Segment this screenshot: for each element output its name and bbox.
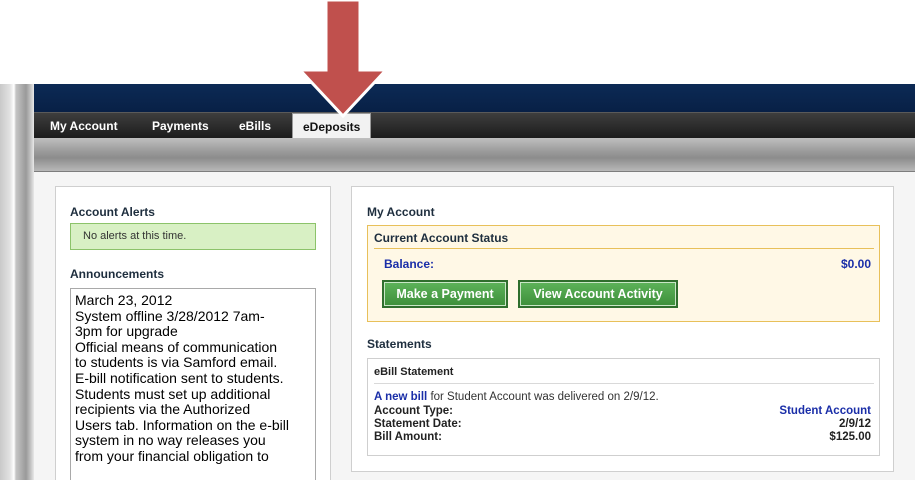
make-payment-button[interactable]: Make a Payment (382, 280, 508, 308)
new-bill-notice: A new bill for Student Account was deliv… (374, 391, 659, 403)
announcements-text: March 23, 2012 System offline 3/28/2012 … (71, 289, 315, 465)
announcement-line: Students must set up additional (75, 385, 271, 402)
new-bill-link[interactable]: A new bill (374, 391, 427, 403)
my-account-panel: My Account Current Account Status Balanc… (351, 186, 894, 472)
view-account-activity-button[interactable]: View Account Activity (518, 280, 678, 308)
site-header-bar (34, 84, 915, 112)
main-nav: My Account Payments eBills eDeposits (34, 112, 915, 139)
announcement-line: E-bill notification sent to students. (75, 369, 284, 386)
browser-left-frame (0, 84, 34, 480)
announcement-line: March 23, 2012 (75, 292, 173, 308)
announcement-line: Users tab. Information on the e-bill (75, 416, 289, 433)
account-status-title: Current Account Status (374, 231, 509, 245)
statements-heading: Statements (367, 337, 432, 351)
nav-tab-payments[interactable]: Payments (152, 113, 209, 139)
announcements-box[interactable]: March 23, 2012 System offline 3/28/2012 … (70, 288, 316, 480)
announcement-line: from your financial obligation to (75, 447, 269, 464)
ebill-statement-box: eBill Statement A new bill for Student A… (367, 358, 880, 456)
announcement-line: Official means of communication (75, 338, 278, 355)
nav-tab-my-account[interactable]: My Account (50, 113, 118, 139)
balance-value: $0.00 (840, 257, 871, 271)
announcement-line: to students is via Samford email. (75, 354, 278, 371)
account-status-box: Current Account Status Balance: $0.00 Ma… (367, 225, 880, 322)
announcement-line: System offline 3/28/2012 7am- (75, 307, 265, 324)
left-sidebar-panel: Account Alerts No alerts at this time. A… (55, 186, 331, 480)
announcement-line: system in no way releases you (75, 432, 266, 449)
balance-label: Balance: (384, 257, 435, 271)
nav-tab-ebills[interactable]: eBills (239, 113, 271, 139)
ebill-statement-heading: eBill Statement (374, 366, 454, 378)
announcement-line: 3pm for upgrade (75, 323, 178, 340)
account-alerts-heading: Account Alerts (70, 205, 155, 219)
my-account-heading: My Account (367, 205, 435, 219)
statement-date-label: Statement Date: (374, 418, 462, 430)
statement-divider (374, 383, 874, 384)
status-divider (374, 248, 874, 249)
account-type-label: Account Type: (374, 405, 454, 417)
statement-date-value: 2/9/12 (839, 418, 871, 430)
account-type-value: Student Account (779, 405, 871, 417)
screenshot: My Account Payments eBills eDeposits Acc… (0, 0, 915, 480)
sub-nav-bar (34, 138, 915, 172)
new-bill-text: for Student Account was delivered on 2/9… (427, 391, 659, 403)
announcements-heading: Announcements (70, 267, 165, 281)
alert-message: No alerts at this time. (70, 223, 316, 250)
bill-amount-label: Bill Amount: (374, 431, 442, 443)
bill-amount-value: $125.00 (829, 431, 871, 443)
down-arrow-icon (296, 0, 390, 118)
announcement-line: recipients via the Authorized (75, 401, 251, 418)
